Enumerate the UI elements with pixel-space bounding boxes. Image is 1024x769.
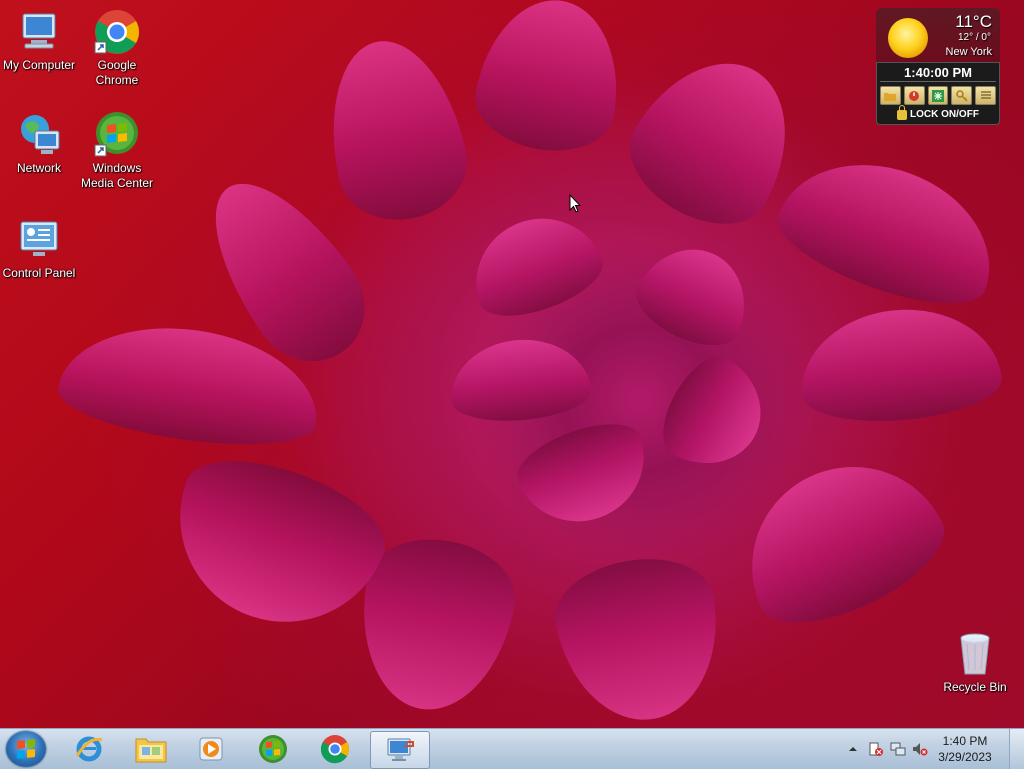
wallpaper-petal	[547, 547, 733, 728]
lock-icon	[897, 104, 908, 120]
gadget-clock-time: 1:40:00 PM	[880, 65, 996, 82]
recycle-bin-icon	[951, 630, 999, 678]
lock-label: LOCK ON/OFF	[910, 109, 979, 120]
desktop-icon-label: My Computer	[2, 58, 76, 72]
internet-explorer-icon	[75, 736, 103, 762]
desktop-icon-label: Windows Media Center	[80, 161, 154, 190]
chrome-icon	[320, 735, 349, 764]
wallpaper-petal	[458, 200, 612, 330]
computer-icon	[15, 8, 63, 56]
desktop-icon-windows-media-center[interactable]: Windows Media Center	[78, 111, 156, 191]
desktop-wallpaper	[0, 0, 1024, 728]
desktop-icon-my-computer[interactable]: My Computer	[0, 8, 78, 73]
taskbar-media-center[interactable]	[244, 731, 302, 767]
taskbar-internet-explorer[interactable]	[60, 731, 118, 767]
show-desktop-button[interactable]	[1009, 729, 1024, 769]
taskbar-media-player[interactable]	[182, 731, 240, 767]
desktop-icon-label: Network	[16, 161, 61, 175]
gadget-clock-panel: 1:40:00 PM LOCK ON/OFF	[876, 62, 1000, 125]
high-low-text: 12° / 0°	[957, 32, 991, 43]
taskbar-date: 3/29/2023	[938, 750, 992, 764]
weather-clock-gadget[interactable]: 11°C 12° / 0° New York 1:40:00 PM LOCK O…	[876, 8, 1000, 125]
desktop-icon-google-chrome[interactable]: Google Chrome	[78, 8, 156, 88]
mouse-cursor-icon	[569, 194, 581, 213]
wallpaper-petal	[150, 438, 400, 652]
wallpaper-petal	[312, 28, 478, 232]
taskbar: 1:40 PM 3/29/2023	[0, 728, 1024, 769]
desktop-icon-recycle-bin[interactable]: Recycle Bin	[936, 630, 1014, 695]
taskbar-remote-desktop[interactable]	[370, 731, 430, 769]
taskbar-time: 1:40 PM	[942, 734, 988, 748]
list-icon[interactable]	[975, 86, 996, 105]
desktop-icon-label: Google Chrome	[95, 58, 139, 87]
wallpaper-petal	[795, 301, 1005, 429]
taskbar-windows-explorer[interactable]	[122, 731, 180, 767]
weather-panel: 11°C 12° / 0° New York	[876, 8, 1000, 62]
start-button[interactable]	[6, 731, 46, 767]
taskbar-google-chrome[interactable]	[306, 731, 364, 767]
windows-logo-icon	[259, 735, 287, 763]
lock-toggle[interactable]: LOCK ON/OFF	[880, 104, 996, 120]
show-hidden-icons-icon[interactable]	[848, 741, 858, 757]
settings-icon[interactable]	[927, 86, 949, 105]
wallpaper-petal	[648, 344, 782, 486]
action-center-icon[interactable]	[868, 741, 884, 757]
media-player-icon	[199, 737, 223, 761]
folder-icon[interactable]	[880, 86, 901, 105]
system-tray: 1:40 PM 3/29/2023	[844, 729, 1024, 769]
windows-logo-icon	[17, 739, 35, 759]
desktop-icon-network[interactable]: Network	[0, 111, 78, 176]
desktop-icon-label: Control Panel	[2, 266, 76, 280]
network-status-icon[interactable]	[890, 741, 906, 757]
city-text: New York	[945, 46, 992, 58]
gadget-button-row	[880, 86, 996, 105]
desktop-icon-control-panel[interactable]: Control Panel	[0, 216, 78, 281]
remote-desktop-icon	[387, 738, 414, 761]
wallpaper-petal	[766, 135, 1014, 325]
media-center-icon	[93, 111, 141, 159]
chrome-icon	[93, 8, 141, 56]
wallpaper-petal	[468, 0, 632, 162]
taskbar-clock[interactable]: 1:40 PM 3/29/2023	[930, 733, 1000, 765]
desktop-icon-label: Recycle Bin	[943, 680, 1007, 694]
wallpaper-petal	[626, 230, 764, 360]
wallpaper-petal	[719, 434, 961, 646]
power-icon[interactable]	[903, 86, 925, 105]
temperature-text: 11°C	[955, 12, 992, 31]
explorer-folder-icon	[135, 738, 167, 763]
key-icon[interactable]	[951, 86, 973, 105]
network-icon	[15, 111, 63, 159]
wallpaper-petal	[508, 410, 662, 540]
volume-muted-icon[interactable]	[912, 741, 928, 757]
control-panel-icon	[15, 216, 63, 264]
wallpaper-petal	[446, 334, 594, 426]
sun-icon	[888, 18, 928, 58]
